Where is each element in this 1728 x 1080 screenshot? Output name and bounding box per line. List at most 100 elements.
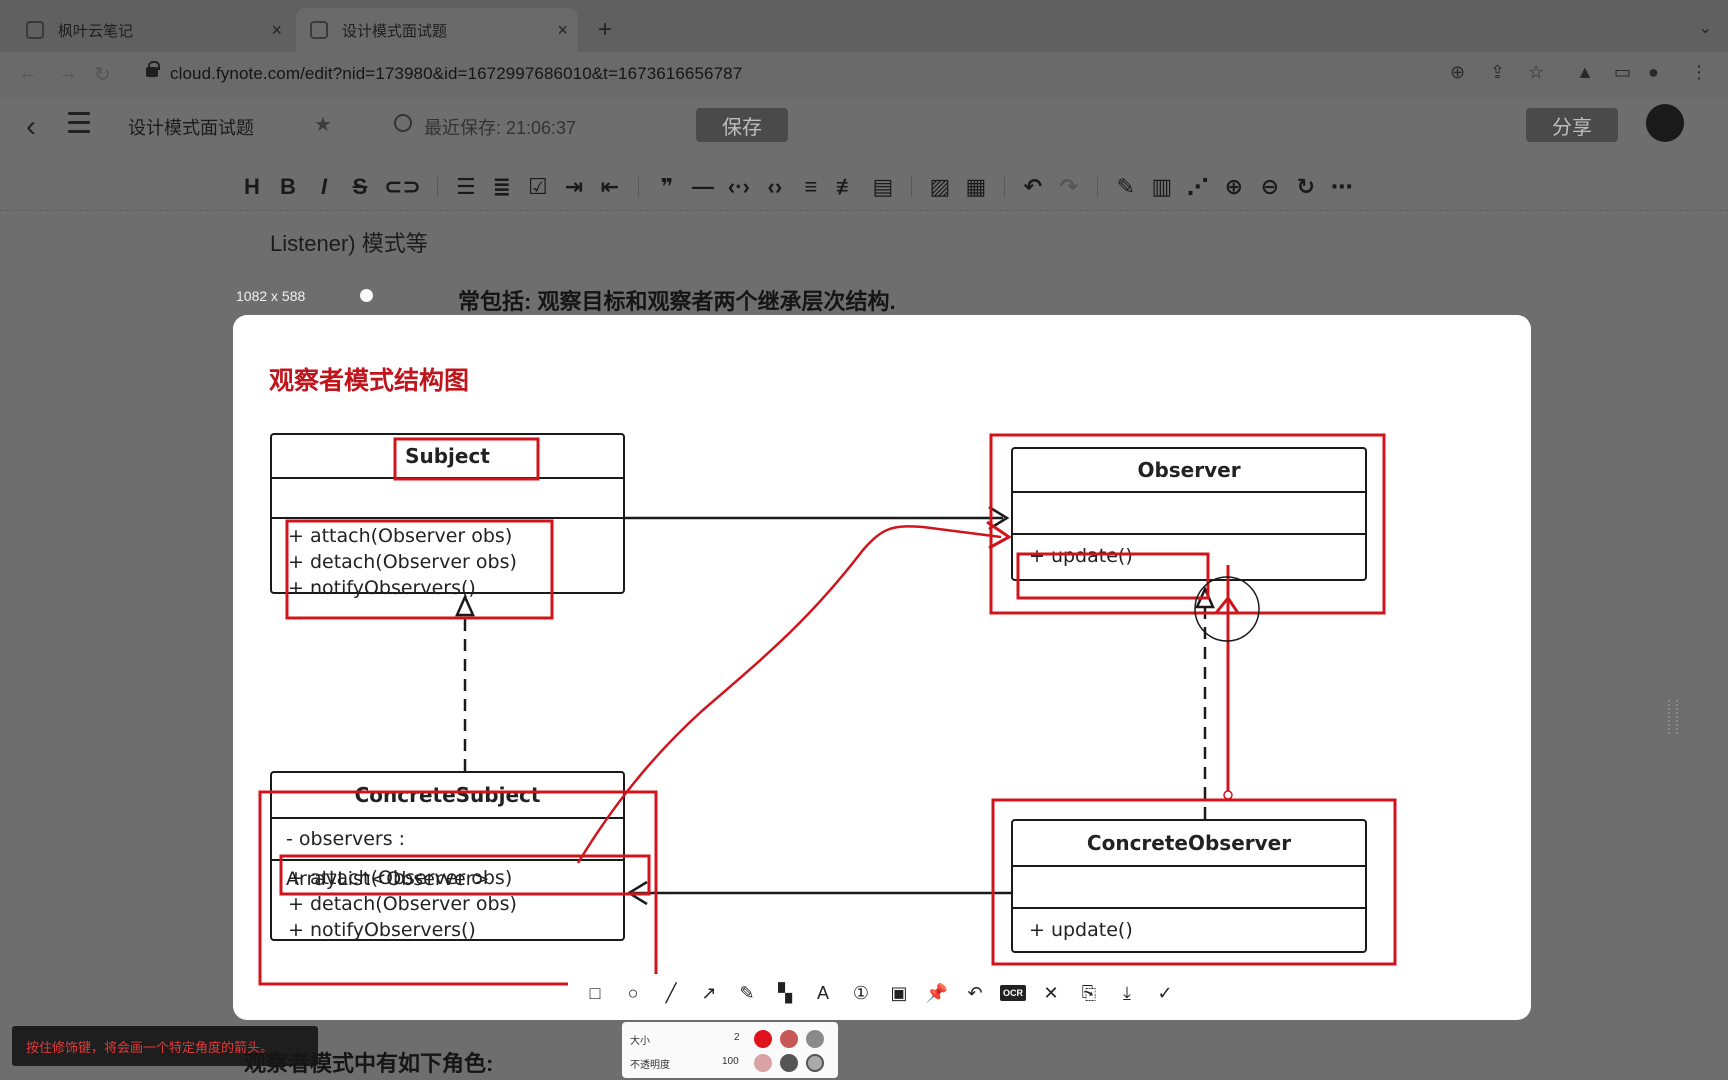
- line-tool-icon[interactable]: ╱: [658, 980, 684, 1006]
- pdf-icon[interactable]: ▤: [871, 174, 895, 200]
- reload-icon[interactable]: ↻: [94, 62, 111, 87]
- heading-icon[interactable]: H: [240, 174, 264, 200]
- share-page-icon[interactable]: ⇪: [1490, 62, 1505, 83]
- mindmap-icon[interactable]: ⋰: [1186, 174, 1210, 200]
- opacity-value[interactable]: 100: [722, 1056, 739, 1067]
- quote-icon[interactable]: ❞: [655, 174, 679, 200]
- opacity-label: 不透明度: [630, 1060, 670, 1071]
- more-icon[interactable]: ⋯: [1330, 174, 1354, 200]
- download-icon[interactable]: ⤓: [1114, 980, 1140, 1006]
- more-menu-icon[interactable]: ⋮: [1690, 62, 1708, 83]
- cancel-icon[interactable]: ✕: [1038, 980, 1064, 1006]
- arrow-tool-icon[interactable]: ↗: [696, 980, 722, 1006]
- zoom-out-icon[interactable]: ⊖: [1258, 174, 1282, 200]
- browser-tab-active[interactable]: 设计模式面试题 ×: [296, 8, 578, 52]
- toolbar-divider: [910, 177, 912, 197]
- template-icon[interactable]: ▥: [1150, 174, 1174, 200]
- annotation-rect: [989, 433, 1386, 615]
- address-bar: ← → ↻ cloud.fynote.com/edit?nid=173980&i…: [0, 52, 1728, 98]
- annotation-rect: [1016, 552, 1210, 600]
- menu-icon[interactable]: [68, 112, 90, 139]
- zoom-in-icon[interactable]: ⊕: [1222, 174, 1246, 200]
- outdent-icon[interactable]: ⇤: [598, 174, 622, 200]
- save-button[interactable]: 保存: [696, 108, 788, 142]
- annotation-rect: [393, 437, 540, 481]
- code-block-icon[interactable]: ‹›: [763, 174, 787, 200]
- confirm-check-icon[interactable]: ✓: [1152, 980, 1178, 1006]
- color-swatch-gray[interactable]: [806, 1030, 824, 1048]
- text-tool-icon[interactable]: A: [810, 980, 836, 1006]
- color-swatch-dark-red[interactable]: [780, 1030, 798, 1048]
- favorite-star-icon[interactable]: ★: [314, 112, 332, 137]
- undo-icon[interactable]: ↶: [1021, 174, 1045, 200]
- mosaic-tool-icon[interactable]: ▚: [772, 980, 798, 1006]
- link-icon[interactable]: ⊂⊃: [384, 174, 421, 200]
- scroll-handle[interactable]: [1668, 700, 1678, 734]
- annotation-handle: [1223, 790, 1233, 800]
- annotation-rect: [279, 854, 651, 896]
- pin-icon[interactable]: 📌: [924, 980, 950, 1006]
- avatar[interactable]: [1646, 104, 1684, 142]
- saved-check-icon: [394, 114, 412, 132]
- profile-icon[interactable]: ●: [1648, 62, 1659, 83]
- ocr-button[interactable]: OCR: [1000, 985, 1026, 1001]
- pen-icon[interactable]: ✎: [1114, 174, 1138, 200]
- size-value[interactable]: 2: [734, 1032, 740, 1043]
- diagram-image[interactable]: 观察者模式结构图 Subject + attach(Observer obs) …: [233, 315, 1531, 1020]
- pen-tool-icon[interactable]: ✎: [734, 980, 760, 1006]
- editor-toolbar: H B I S ⊂⊃ ☰ ≣ ☑ ⇥ ⇤ ❞ — ‹·› ‹› ≡ ≢ ▤ ▨ …: [240, 170, 1354, 204]
- highlight-tool-icon[interactable]: ▣: [886, 980, 912, 1006]
- zoom-icon[interactable]: ⊕: [1450, 62, 1465, 83]
- tab-favicon-icon: [26, 21, 44, 39]
- toolbar-divider-line: [0, 210, 1728, 211]
- italic-icon[interactable]: I: [312, 174, 336, 200]
- forward-arrow-icon[interactable]: →: [58, 62, 78, 85]
- number-tool-icon[interactable]: ①: [848, 980, 874, 1006]
- share-button[interactable]: 分享: [1526, 108, 1618, 142]
- rectangle-tool-icon[interactable]: □: [582, 980, 608, 1006]
- paragraph-bold-text: 观察者模式中有如下角色:: [244, 1051, 494, 1076]
- strikethrough-icon[interactable]: S: [348, 174, 372, 200]
- bookmark-star-icon[interactable]: ☆: [1528, 62, 1544, 83]
- extension-icon[interactable]: ▲: [1576, 62, 1594, 83]
- checklist-icon[interactable]: ☑: [526, 174, 550, 200]
- resize-handle[interactable]: [360, 289, 373, 302]
- document-title[interactable]: 设计模式面试题: [128, 114, 254, 140]
- clear-format-icon[interactable]: ≢: [835, 174, 859, 200]
- bullet-list-icon[interactable]: ☰: [454, 174, 478, 200]
- horizontal-rule-icon[interactable]: —: [691, 174, 715, 200]
- annotation-curve: [576, 525, 1002, 864]
- image-icon[interactable]: ▨: [928, 174, 952, 200]
- back-icon[interactable]: ‹: [26, 110, 36, 144]
- refresh-icon[interactable]: ↻: [1294, 174, 1318, 200]
- back-arrow-icon[interactable]: ←: [18, 62, 38, 85]
- browser-tab[interactable]: 枫叶云笔记 ×: [12, 8, 292, 52]
- tab-close-icon[interactable]: ×: [271, 20, 282, 41]
- copy-icon[interactable]: ⎘: [1076, 980, 1102, 1006]
- ellipse-tool-icon[interactable]: ○: [620, 980, 646, 1006]
- bold-icon[interactable]: B: [276, 174, 300, 200]
- opacity-swatch-custom[interactable]: [806, 1054, 824, 1072]
- opacity-swatch-light[interactable]: [754, 1054, 772, 1072]
- code-inline-icon[interactable]: ‹·›: [727, 174, 751, 200]
- redo-icon[interactable]: ↷: [1057, 174, 1081, 200]
- paragraph-bold-text: 常包括: 观察目标和观察者两个继承层次结构.: [458, 289, 896, 314]
- tab-list-chevron-icon[interactable]: ⌄: [1699, 18, 1712, 38]
- opacity-swatch-dark[interactable]: [780, 1054, 798, 1072]
- sidebar-icon[interactable]: ▭: [1614, 62, 1631, 83]
- lock-icon: [146, 61, 160, 77]
- new-tab-button[interactable]: +: [598, 16, 612, 44]
- screenshot-annotation-toolbar: □ ○ ╱ ↗ ✎ ▚ A ① ▣ 📌 ↶ OCR ✕ ⎘ ⤓ ✓: [568, 974, 1204, 1012]
- color-swatch-red[interactable]: [754, 1030, 772, 1048]
- toolbar-divider: [1096, 177, 1098, 197]
- url-field[interactable]: cloud.fynote.com/edit?nid=173980&id=1672…: [170, 64, 742, 84]
- table-icon[interactable]: ▦: [964, 174, 988, 200]
- undo-icon[interactable]: ↶: [962, 980, 988, 1006]
- toolbar-divider: [637, 177, 639, 197]
- indent-icon[interactable]: ⇥: [562, 174, 586, 200]
- tab-favicon-icon: [310, 21, 328, 39]
- tab-close-icon[interactable]: ×: [557, 20, 568, 41]
- browser-tab-bar: 枫叶云笔记 × 设计模式面试题 × + ⌄: [0, 0, 1728, 52]
- ordered-list-icon[interactable]: ≣: [490, 174, 514, 200]
- text-format-icon[interactable]: ≡: [799, 174, 823, 200]
